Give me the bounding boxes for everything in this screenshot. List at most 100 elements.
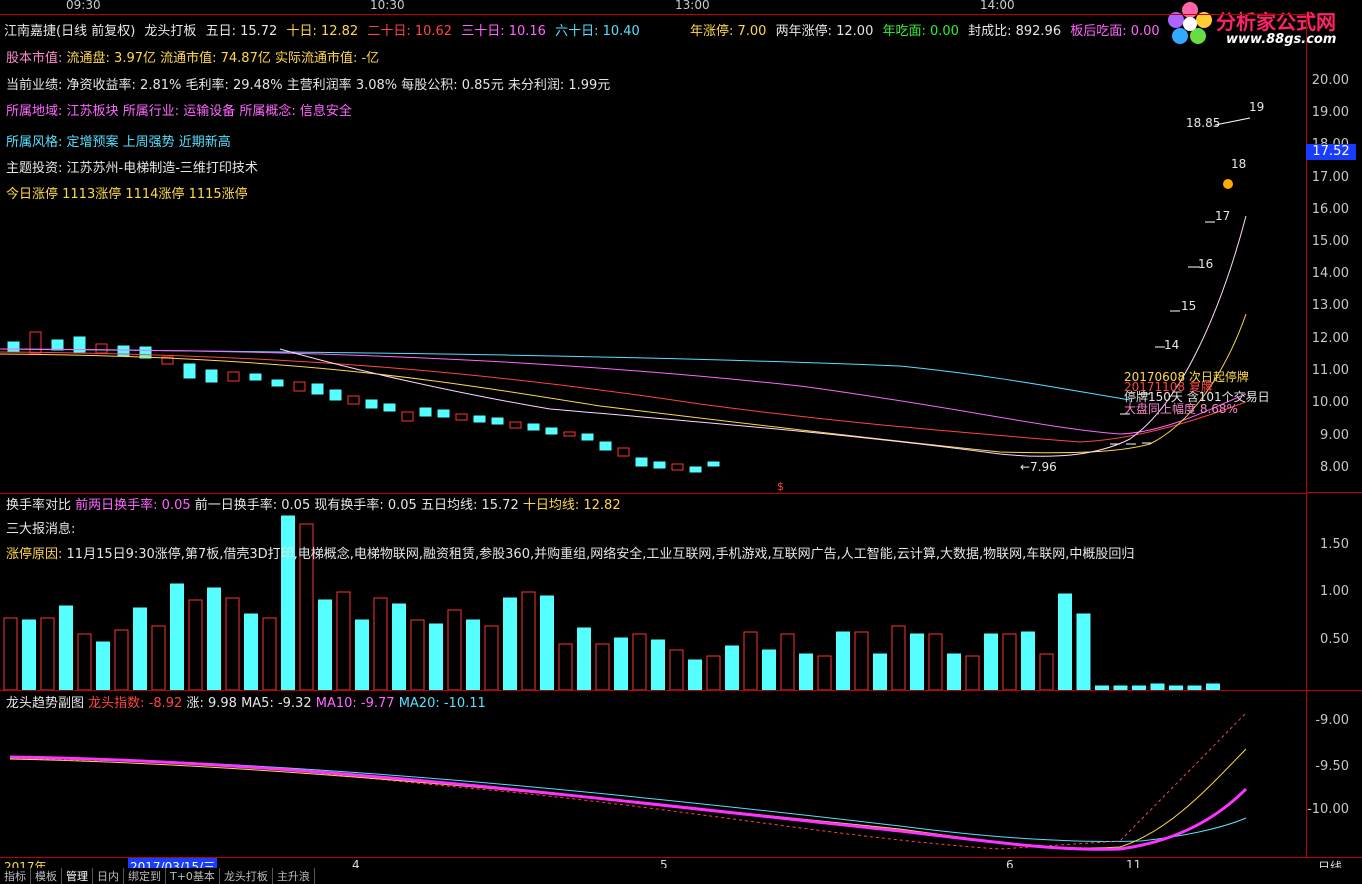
volume-bar: [96, 641, 110, 690]
volume-bar: [170, 583, 184, 690]
candle: [491, 417, 504, 425]
trend-dashed-line: [9, 712, 1247, 850]
volume-bar: [706, 655, 721, 690]
candle: [635, 457, 648, 467]
time-0930: 09:30: [66, 0, 101, 12]
turnover-tick: 1.50: [1320, 537, 1349, 552]
volume-bar: [207, 587, 221, 690]
volume-bar: [1206, 683, 1220, 690]
candle: [527, 423, 540, 431]
candle: [509, 421, 522, 429]
trend-rise: 涨: 9.98: [186, 696, 237, 711]
candle: [329, 389, 342, 401]
time-1030: 10:30: [370, 0, 405, 12]
volume-bar: [373, 597, 388, 690]
candle: [437, 409, 450, 418]
candle: [293, 381, 306, 392]
trend-ma20: MA20: -10.11: [398, 696, 486, 711]
date-axis: 2017年 2017/03/15/三 4 5 6 11 日线: [0, 858, 1362, 875]
volume-bar: [1150, 683, 1165, 690]
turnover-tick: 0.50: [1320, 632, 1349, 647]
volume-bar: [873, 653, 887, 690]
bottom-tabs: 指标 模板 管理 日内 绑定到 T+0基本 龙头打板 主升浪: [0, 868, 1362, 884]
candle: [139, 346, 152, 359]
step-16: 16: [1198, 257, 1214, 271]
volume-bar: [188, 599, 203, 690]
candle: [617, 447, 630, 457]
volume-bar: [891, 625, 906, 690]
volume-bar: [595, 643, 610, 690]
volume-bar: [669, 649, 684, 690]
trend-axis: -9.00 -9.50 -10.00: [1306, 691, 1362, 858]
volume-bar: [688, 659, 702, 690]
price-tick: 20.00: [1311, 73, 1349, 88]
candle: [473, 415, 486, 423]
price-tick: 17.00: [1311, 170, 1349, 185]
trend-header: 龙头趋势副图 龙头指数: -8.92 涨: 9.98 MA5: -9.32 MA…: [6, 692, 486, 711]
volume-bar: [910, 633, 924, 690]
volume-bar: [836, 631, 850, 690]
turnover-title: 换手率对比: [6, 498, 72, 513]
candle: [249, 373, 262, 381]
volume-bar: [40, 617, 55, 690]
candle: [95, 343, 108, 354]
candle: [455, 413, 468, 421]
trend-tick: -9.00: [1315, 713, 1349, 728]
volume-bar: [1039, 653, 1054, 690]
price-tick: 16.00: [1311, 202, 1349, 217]
candle: [51, 339, 64, 351]
volume-bar: [743, 631, 758, 690]
volume-bar: [854, 631, 869, 690]
high-price-label: 18.85: [1186, 116, 1221, 130]
volume-bar: [22, 619, 36, 690]
candle: [707, 461, 720, 467]
time-axis: 09:30 10:30 13:00 14:00: [0, 0, 1306, 12]
volume-bar: [1132, 685, 1146, 690]
turnover-now: 现有换手率: 0.05: [314, 498, 417, 513]
price-tick: 14.00: [1311, 266, 1349, 281]
turnover-ma10: 十日均线: 12.82: [522, 498, 621, 513]
volume-bar: [244, 613, 258, 690]
price-tick: 12.00: [1311, 331, 1349, 346]
candle: [563, 431, 576, 437]
volume-bar: [59, 605, 73, 690]
high-arrow-label: 19: [1249, 100, 1265, 114]
volume-bar: [1095, 685, 1109, 690]
volume-bar: [447, 609, 462, 690]
volume-bar: [151, 625, 166, 690]
trend-ma20-line: [9, 756, 1247, 842]
candle: [401, 411, 414, 422]
current-price-label: 17.52: [1306, 144, 1356, 160]
volume-bar: [466, 619, 480, 690]
candle: [7, 341, 20, 353]
volume-bar: [262, 617, 277, 690]
candle: [271, 379, 284, 387]
price-tick: 15.00: [1311, 234, 1349, 249]
reason-line: 涨停原因: 11月15日9:30涨停,第7板,借壳3D打印,电梯概念,电梯物联网…: [6, 543, 1134, 562]
candle: [205, 369, 218, 383]
volume-bar: [503, 597, 517, 690]
volume-bar: [1113, 685, 1128, 690]
market-change-note: 大盘同上幅度 8.68%: [1124, 402, 1238, 416]
volume-bar: [558, 643, 573, 690]
volume-bar: [965, 655, 980, 690]
volume-bar: [1002, 633, 1017, 690]
price-tick: 9.00: [1320, 428, 1349, 443]
turnover-axis: 1.50 1.00 0.50: [1306, 493, 1362, 691]
price-tick: 19.00: [1311, 105, 1349, 120]
price-axis: 20.00 19.00 18.00 17.00 16.00 15.00 14.0…: [1306, 14, 1362, 493]
volume-bar: [984, 633, 998, 690]
marker-dot: [1223, 179, 1233, 189]
volume-bar: [355, 619, 369, 690]
price-chart[interactable]: [0, 14, 1306, 492]
turnover-prev2: 前两日换手率: 0.05: [75, 498, 191, 513]
volume-bar: [225, 597, 240, 690]
volume-bar: [336, 591, 351, 690]
price-tick: 10.00: [1311, 395, 1349, 410]
ma5-line: [279, 215, 1247, 457]
volume-bar: [1187, 685, 1202, 690]
step-15: 15: [1181, 299, 1197, 313]
candle: [545, 427, 558, 435]
volume-bar: [1076, 613, 1091, 690]
candle: [365, 399, 378, 409]
